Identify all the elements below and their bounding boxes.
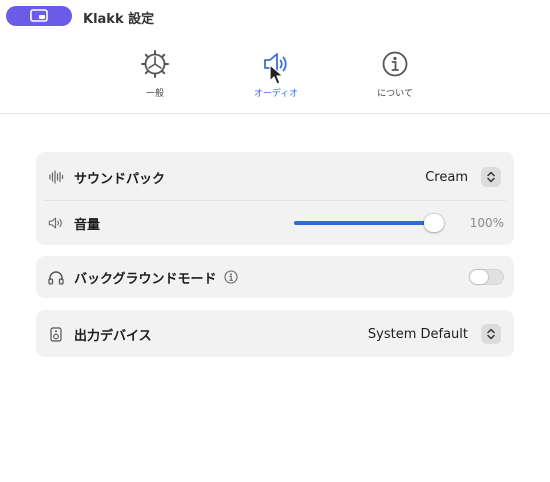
tab-about-label: について	[377, 89, 413, 99]
background-mode-toggle[interactable]	[469, 269, 504, 285]
output-device-label: 出力デバイス	[74, 328, 152, 344]
tab-general[interactable]: 一般	[115, 48, 195, 99]
volume-slider[interactable]	[294, 214, 444, 232]
chevron-updown-icon	[487, 171, 495, 183]
sound-pack-value[interactable]: Cream	[425, 170, 468, 185]
tab-audio[interactable]: オーディオ	[236, 48, 316, 99]
toggle-knob	[470, 270, 488, 284]
speaker-icon	[260, 48, 292, 80]
sound-pack-label: サウンドパック	[74, 171, 166, 187]
background-mode-card: バックグラウンドモード	[36, 256, 514, 298]
speaker-icon	[48, 215, 64, 231]
waveform-icon	[48, 169, 64, 185]
sound-pack-stepper[interactable]	[481, 167, 501, 187]
output-device-stepper[interactable]	[481, 324, 501, 344]
info-icon[interactable]	[224, 270, 238, 284]
preferences-toolbar: 一般 オーディオ について	[0, 34, 550, 114]
tab-about[interactable]: について	[355, 48, 435, 99]
volume-slider-knob[interactable]	[424, 214, 444, 232]
app-window-icon	[30, 9, 48, 22]
output-device-card: 出力デバイス System Default	[36, 310, 514, 357]
info-icon	[379, 48, 411, 80]
gear-icon	[139, 48, 171, 80]
window-title: Klakk 設定	[83, 12, 155, 27]
background-mode-row: バックグラウンドモード	[36, 254, 514, 300]
output-device-value[interactable]: System Default	[368, 327, 468, 342]
volume-row: 音量 100%	[36, 200, 514, 246]
volume-slider-fill	[294, 221, 434, 225]
title-bar: Klakk 設定	[0, 0, 550, 34]
headphones-icon	[48, 269, 64, 285]
volume-label: 音量	[74, 217, 101, 233]
app-badge[interactable]	[6, 6, 72, 26]
background-mode-label: バックグラウンドモード	[74, 271, 217, 287]
sound-settings-card: サウンドパック Cream 音量 100%	[36, 152, 514, 245]
tab-general-label: 一般	[145, 89, 164, 99]
tab-audio-label: オーディオ	[253, 89, 299, 99]
sound-pack-row: サウンドパック Cream	[36, 154, 514, 200]
speaker-box-icon	[48, 326, 64, 342]
output-device-row: 出力デバイス System Default	[36, 311, 514, 357]
chevron-updown-icon	[487, 328, 495, 340]
volume-percent: 100%	[469, 216, 504, 230]
